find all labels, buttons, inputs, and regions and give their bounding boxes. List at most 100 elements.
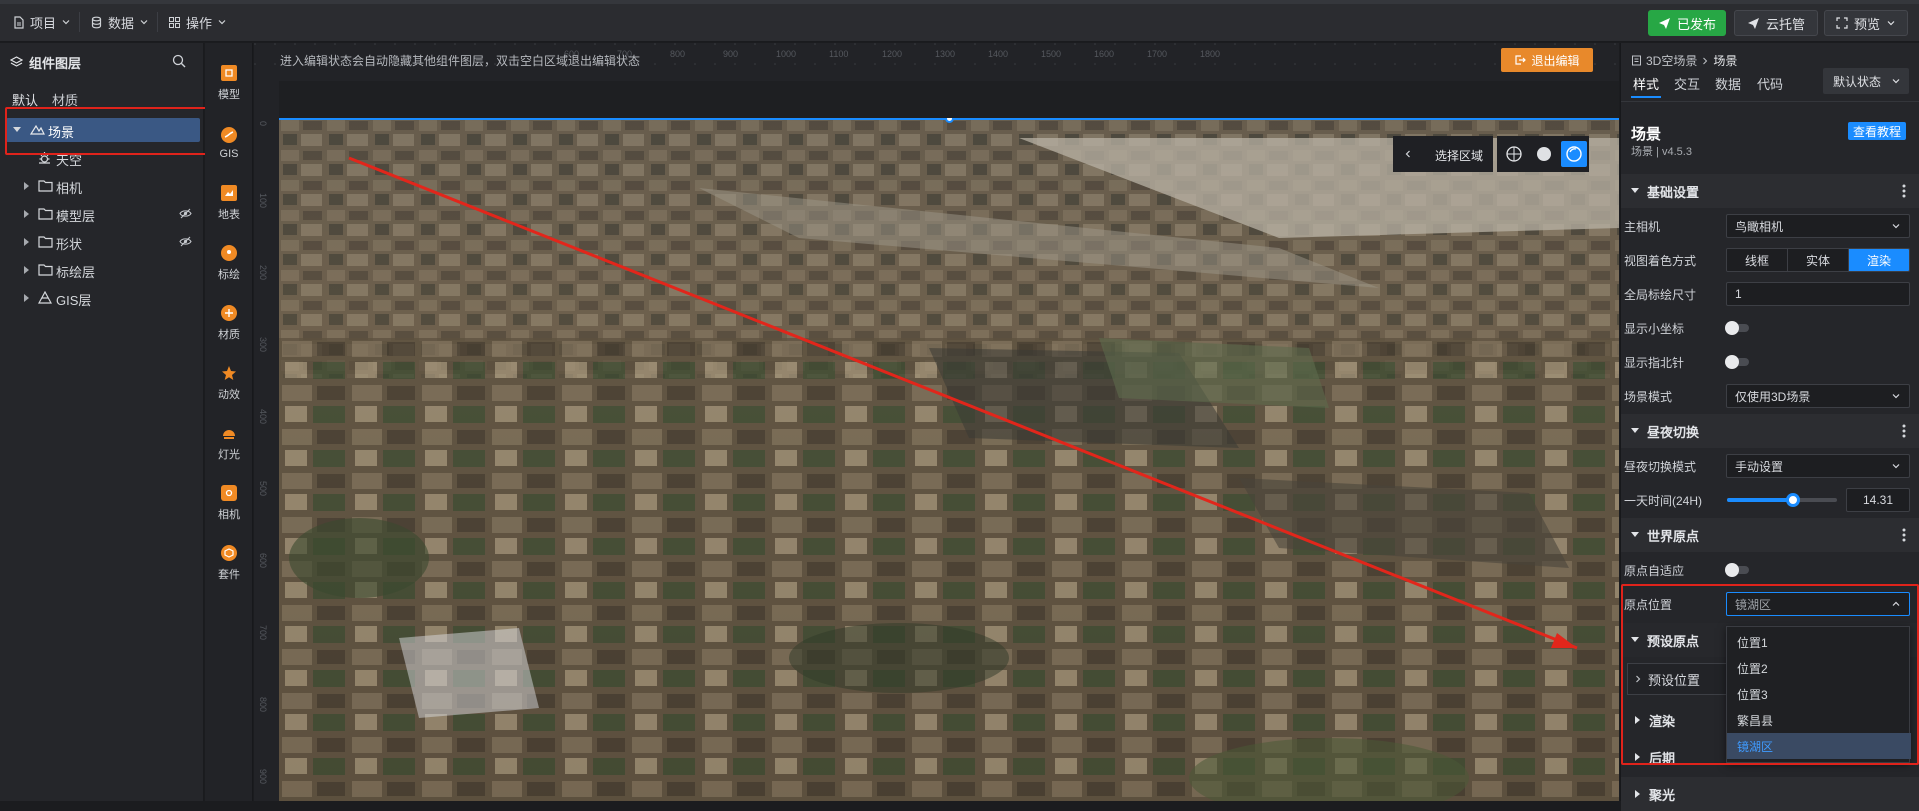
tree-item-gis-layer[interactable]: GIS层: [0, 284, 204, 312]
show-compass-toggle[interactable]: [1725, 355, 1749, 369]
field-view-color: 视图着色方式 线框 实体 渲染: [1621, 243, 1919, 277]
time-of-day-input[interactable]: 14.31: [1846, 488, 1910, 512]
view-color-render[interactable]: 渲染: [1849, 249, 1909, 271]
caret-right-icon[interactable]: [22, 294, 30, 302]
more-vertical-icon[interactable]: [1902, 184, 1906, 198]
cloud-hosting-button[interactable]: 云托管: [1734, 10, 1818, 36]
state-select[interactable]: 默认状态: [1823, 68, 1909, 94]
render-mode-button[interactable]: [1561, 141, 1587, 167]
exit-edit-button[interactable]: 退出编辑: [1501, 48, 1593, 72]
tool-effect[interactable]: 动效: [205, 353, 253, 413]
tool-terrain[interactable]: 地表: [205, 173, 253, 233]
chevron-left-icon[interactable]: [1403, 149, 1413, 159]
daynight-mode-select[interactable]: 手动设置: [1726, 454, 1910, 478]
component-toolbox: 模型 GIS 地表 标绘 材质 动效 灯光 相机 套件: [205, 43, 253, 801]
time-of-day-value: 14.31: [1862, 493, 1894, 507]
section-daynight-title: 昼夜切换: [1647, 424, 1700, 440]
tool-material[interactable]: 材质: [205, 293, 253, 353]
tab-data[interactable]: 数据: [1715, 74, 1741, 93]
area-select-panel[interactable]: 选择区域: [1393, 136, 1493, 172]
marker-size-input[interactable]: 1: [1726, 282, 1910, 306]
ruler-tick-label: 1100: [829, 49, 849, 59]
more-vertical-icon[interactable]: [1902, 528, 1906, 542]
section-focus[interactable]: 聚光: [1621, 777, 1919, 811]
menu-data[interactable]: 数据: [84, 10, 158, 34]
caret-right-icon[interactable]: [22, 238, 30, 246]
eye-hidden-icon[interactable]: [179, 236, 192, 247]
tool-light[interactable]: 灯光: [205, 413, 253, 473]
canvas-top-gap: [279, 81, 1619, 118]
database-icon: [91, 16, 102, 28]
tab-interaction[interactable]: 交互: [1674, 74, 1700, 93]
show-axis-label: 显示小坐标: [1624, 321, 1685, 336]
3d-scene-viewport[interactable]: 选择区域: [279, 118, 1619, 801]
field-origin-auto: 原点自适应: [1621, 553, 1919, 587]
view-tutorial-button[interactable]: 查看教程: [1848, 122, 1906, 140]
time-slider-track[interactable]: [1727, 493, 1837, 507]
tool-kit[interactable]: 套件: [205, 533, 253, 593]
more-vertical-icon[interactable]: [1902, 424, 1906, 438]
menu-data-label: 数据: [108, 15, 135, 31]
terrain-icon: [221, 184, 237, 201]
breadcrumb-parent[interactable]: 3D空场景: [1646, 52, 1697, 69]
caret-down-icon: [1631, 532, 1639, 537]
breadcrumb: 3D空场景 场景: [1631, 52, 1737, 69]
origin-auto-toggle[interactable]: [1725, 563, 1749, 577]
ruler-tick-label: 1700: [1147, 49, 1168, 59]
scene-mode-select[interactable]: 仅使用3D场景: [1726, 384, 1910, 408]
publish-button[interactable]: 已发布: [1648, 10, 1726, 36]
tab-style[interactable]: 样式: [1633, 74, 1659, 93]
time-slider-thumb[interactable]: [1785, 493, 1800, 507]
ruler-tick-label: 1500: [1041, 49, 1062, 59]
kit-icon: [221, 544, 237, 561]
menu-operation[interactable]: 操作: [162, 10, 236, 34]
tree-item-model-layer[interactable]: 模型层: [0, 200, 204, 228]
view-color-solid[interactable]: 实体: [1788, 249, 1849, 271]
chevron-right-icon: [1703, 57, 1708, 64]
caret-right-icon[interactable]: [22, 210, 30, 218]
document-icon: [1632, 55, 1641, 66]
ruler-tick-label: 0: [258, 121, 268, 127]
tool-gis[interactable]: GIS: [205, 113, 253, 173]
section-basic[interactable]: 基础设置: [1621, 174, 1919, 208]
eye-hidden-icon[interactable]: [179, 208, 192, 219]
main-camera-select[interactable]: 鸟瞰相机: [1726, 214, 1910, 238]
tool-model[interactable]: 模型: [205, 53, 253, 113]
tool-marker[interactable]: 标绘: [205, 233, 253, 293]
solid-icon[interactable]: [1535, 145, 1553, 163]
menu-project[interactable]: 项目: [6, 10, 80, 34]
canvas-top-bar: 600 700 800 900 1000 1100 1200 1300 1400 1500 1600…: [254, 43, 1619, 81]
marker-size-value: 1: [1735, 287, 1742, 301]
chevron-down-icon: [1892, 464, 1900, 469]
caret-right-icon[interactable]: [22, 182, 30, 190]
tool-camera[interactable]: 相机: [205, 473, 253, 533]
section-world-origin[interactable]: 世界原点: [1621, 518, 1919, 552]
layers-icon: [10, 56, 23, 67]
state-select-value: 默认状态: [1833, 74, 1882, 89]
preview-button[interactable]: 预览: [1824, 10, 1908, 36]
effect-icon: [221, 365, 237, 381]
chevron-down-icon: [62, 20, 70, 25]
gis-icon: [38, 291, 52, 304]
section-daynight[interactable]: 昼夜切换: [1621, 414, 1919, 448]
tree-item-shape[interactable]: 形状: [0, 228, 204, 256]
ruler-tick-label: 1300: [935, 49, 956, 59]
send-icon: [1659, 17, 1670, 29]
ruler-tick-label: 1800: [1200, 49, 1221, 59]
tree-item-plot-layer[interactable]: 标绘层: [0, 256, 204, 284]
caret-right-icon[interactable]: [22, 266, 30, 274]
tree-item-camera[interactable]: 相机: [0, 172, 204, 200]
wireframe-icon[interactable]: [1505, 145, 1523, 163]
show-axis-toggle[interactable]: [1725, 321, 1749, 335]
view-color-label: 视图着色方式: [1624, 253, 1697, 268]
fullscreen-icon: [1836, 17, 1848, 29]
view-color-wireframe[interactable]: 线框: [1727, 249, 1788, 271]
exit-edit-label: 退出编辑: [1531, 53, 1580, 68]
scene-mode-value: 仅使用3D场景: [1735, 389, 1811, 404]
ruler-tick-label: 900: [258, 769, 268, 785]
tab-code[interactable]: 代码: [1757, 74, 1783, 93]
ruler-tick-label: 1400: [988, 49, 1009, 59]
search-icon[interactable]: [172, 54, 186, 68]
caret-right-icon: [1635, 790, 1640, 798]
folder-icon: [38, 208, 53, 220]
